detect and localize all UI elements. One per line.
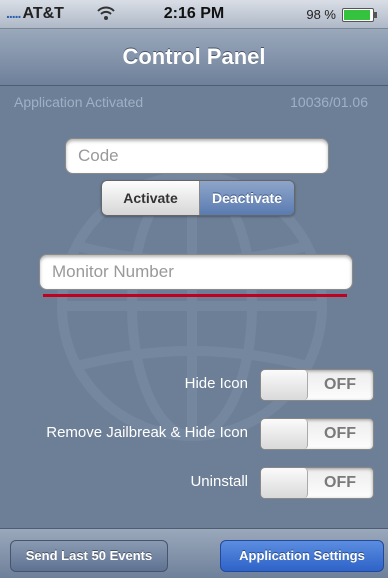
toggle-state: OFF (324, 474, 356, 491)
remove-jailbreak-row: Remove Jailbreak & Hide Icon OFF (0, 418, 388, 450)
remove-jailbreak-label: Remove Jailbreak & Hide Icon (46, 424, 248, 441)
battery-icon (342, 8, 377, 22)
uninstall-row: Uninstall OFF (0, 467, 388, 499)
battery-percent: 98 % (306, 7, 336, 22)
bottom-toolbar: Send Last 50 Events Application Settings (0, 528, 388, 578)
red-underline-annotation (43, 294, 347, 297)
activation-segmented-control: Activate Deactivate (101, 180, 295, 216)
send-last-events-button[interactable]: Send Last 50 Events (10, 540, 168, 572)
toggle-state: OFF (324, 376, 356, 393)
activation-status: Application Activated (14, 94, 144, 110)
toggle-knob (261, 370, 308, 400)
activate-button[interactable]: Activate (102, 181, 200, 215)
page-title: Control Panel (122, 44, 266, 69)
toggle-state: OFF (324, 425, 356, 442)
uninstall-label: Uninstall (190, 473, 248, 490)
version-label: 10036/01.06 (290, 94, 368, 110)
hide-icon-row: Hide Icon OFF (0, 369, 388, 401)
toggle-knob (261, 468, 308, 498)
remove-jailbreak-toggle[interactable]: OFF (260, 418, 374, 450)
nav-bar: Control Panel (0, 29, 388, 86)
control-panel-content: Application Activated 10036/01.06 Code A… (0, 86, 388, 526)
uninstall-toggle[interactable]: OFF (260, 467, 374, 499)
monitor-number-input[interactable]: Monitor Number (39, 254, 353, 290)
hide-icon-label: Hide Icon (184, 375, 248, 392)
status-bar: ..... AT&T 2:16 PM 98 % (0, 0, 388, 29)
application-settings-button[interactable]: Application Settings (220, 540, 384, 572)
hide-icon-toggle[interactable]: OFF (260, 369, 374, 401)
code-input[interactable]: Code (65, 138, 329, 174)
toggle-knob (261, 419, 308, 449)
deactivate-button[interactable]: Deactivate (200, 181, 294, 215)
